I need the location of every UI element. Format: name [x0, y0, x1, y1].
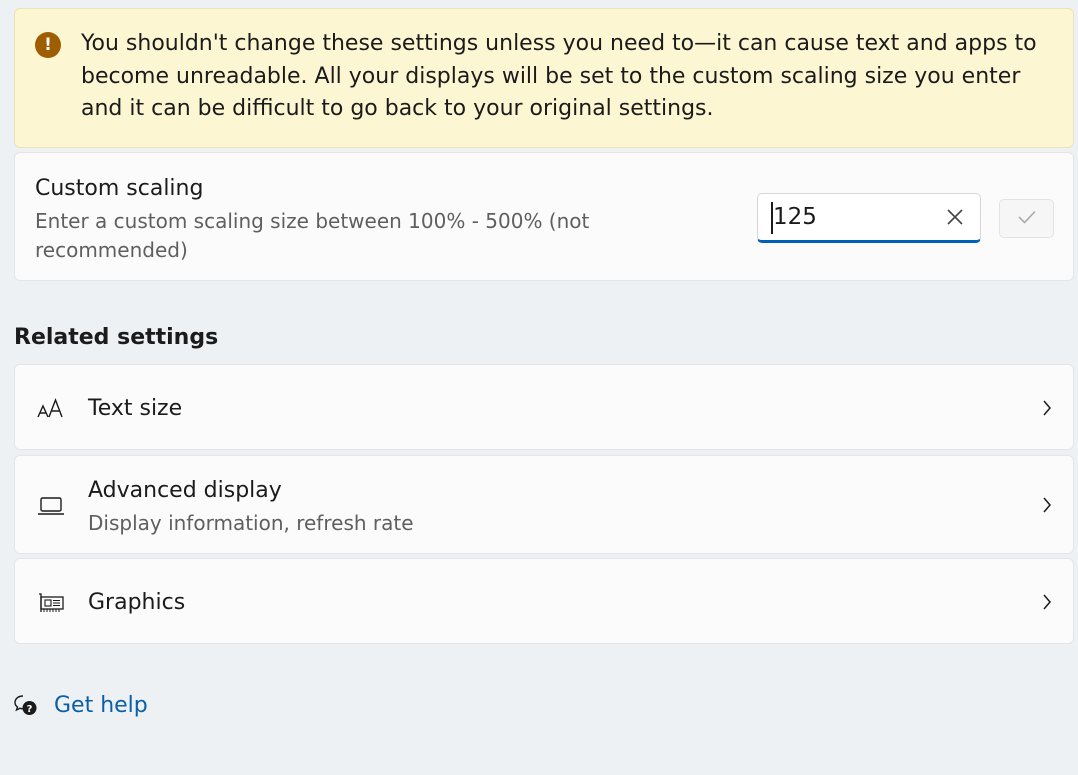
checkmark-icon	[1017, 209, 1037, 229]
related-item-title: Text size	[88, 396, 183, 421]
laptop-icon	[37, 492, 65, 520]
chevron-right-icon	[1039, 397, 1055, 419]
custom-scaling-card: Custom scaling Enter a custom scaling si…	[14, 152, 1074, 281]
custom-scaling-description: Enter a custom scaling size between 100%…	[35, 209, 590, 262]
custom-scaling-title: Custom scaling	[35, 176, 204, 201]
custom-scaling-input-value[interactable]: 125	[771, 202, 817, 234]
custom-scaling-input[interactable]: 125	[757, 193, 981, 243]
warning-text: You shouldn't change these settings unle…	[81, 31, 1037, 121]
related-settings-heading: Related settings	[14, 325, 219, 350]
related-item-title: Graphics	[88, 590, 186, 615]
help-chat-icon: ?	[14, 693, 38, 717]
exclamation-icon: !	[35, 32, 61, 58]
related-item-title: Advanced display	[88, 478, 282, 503]
related-item-subtitle: Display information, refresh rate	[88, 511, 414, 535]
get-help-link[interactable]: Get help	[54, 693, 148, 718]
graphics-card-icon	[37, 589, 65, 617]
related-item-advanced-display[interactable]: Advanced display Display information, re…	[14, 455, 1074, 554]
chevron-right-icon	[1039, 494, 1055, 516]
related-item-text-size[interactable]: Text size	[14, 364, 1074, 450]
settings-page: ! You shouldn't change these settings un…	[0, 0, 1078, 775]
svg-text:?: ?	[27, 704, 33, 715]
close-icon[interactable]	[944, 206, 966, 228]
text-size-icon	[37, 395, 65, 423]
related-item-graphics[interactable]: Graphics	[14, 558, 1074, 644]
get-help[interactable]: ? Get help	[14, 688, 148, 722]
confirm-button[interactable]	[999, 199, 1054, 238]
chevron-right-icon	[1039, 591, 1055, 613]
warning-banner: ! You shouldn't change these settings un…	[14, 8, 1074, 148]
